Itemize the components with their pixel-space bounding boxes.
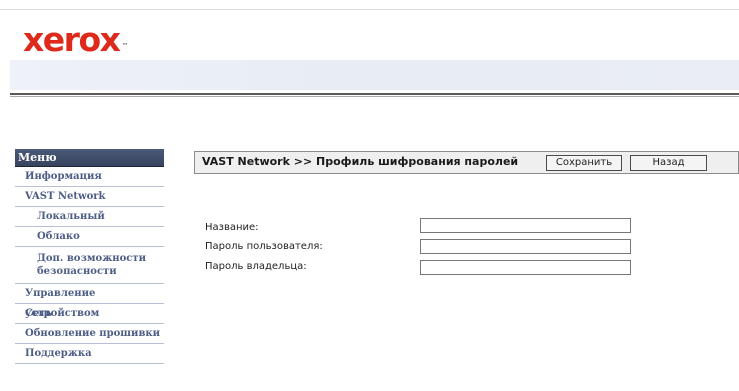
trademark-symbol: ™ bbox=[121, 42, 129, 50]
menu-header: Меню bbox=[15, 149, 164, 167]
sidebar-item-device-management[interactable]: Управление устройством bbox=[15, 284, 164, 319]
page-title: VAST Network >> Профиль шифрования парол… bbox=[202, 155, 519, 168]
name-input[interactable] bbox=[420, 218, 631, 233]
top-divider bbox=[0, 9, 739, 10]
sidebar-item-support[interactable]: Поддержка bbox=[15, 344, 164, 364]
xerox-logo: xerox ™ bbox=[23, 20, 129, 60]
sidebar-item-vast-network[interactable]: VAST Network bbox=[15, 187, 164, 207]
sidebar-item-security-options[interactable]: Доп. возможности безопасности bbox=[15, 247, 164, 284]
header-divider-light bbox=[10, 96, 739, 97]
logo-text: xerox bbox=[23, 20, 121, 59]
sidebar-item-information[interactable]: Информация bbox=[15, 167, 164, 187]
save-button[interactable]: Сохранить bbox=[546, 155, 622, 171]
sidebar-menu: Меню Информация VAST Network Локальный О… bbox=[15, 149, 164, 364]
header-banner bbox=[10, 60, 739, 90]
owner-password-input[interactable] bbox=[420, 260, 631, 275]
content-header-bar: VAST Network >> Профиль шифрования парол… bbox=[194, 151, 739, 174]
sidebar-item-local[interactable]: Локальный bbox=[15, 207, 164, 227]
back-button[interactable]: Назад bbox=[630, 155, 707, 171]
sidebar-item-firmware-update[interactable]: Обновление прошивки bbox=[15, 324, 164, 344]
user-password-label: Пароль пользователя: bbox=[205, 241, 323, 252]
header-divider bbox=[10, 93, 739, 95]
name-label: Название: bbox=[205, 222, 259, 233]
sidebar-item-cloud[interactable]: Облако bbox=[15, 227, 164, 247]
owner-password-label: Пароль владельца: bbox=[205, 261, 307, 272]
user-password-input[interactable] bbox=[420, 239, 631, 254]
